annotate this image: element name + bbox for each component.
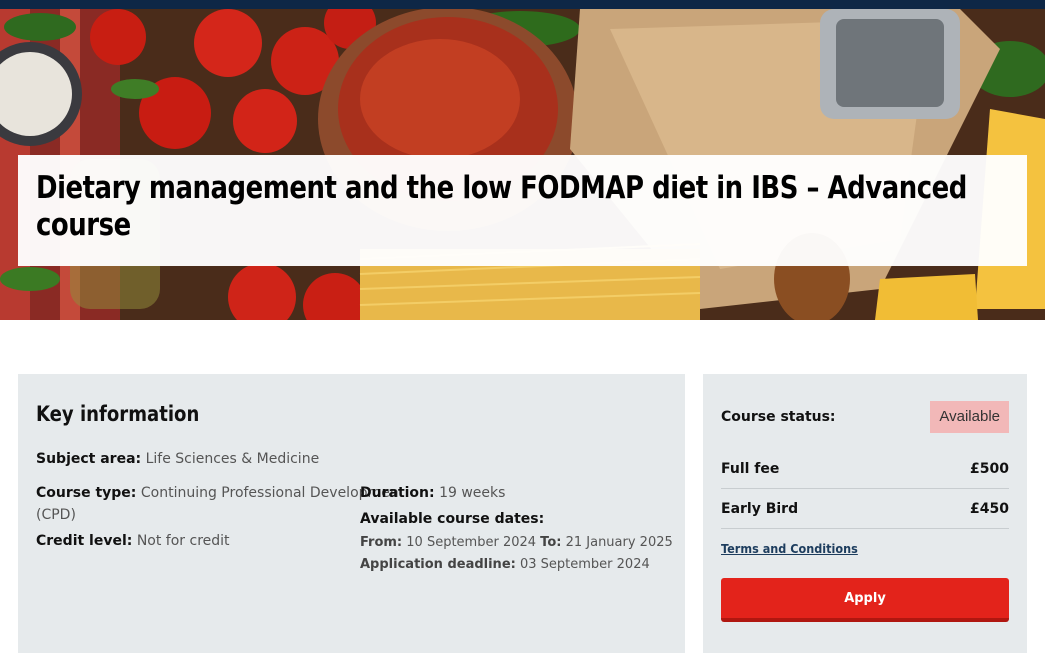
course-type-row: Course type: Continuing Professional Dev… bbox=[36, 482, 404, 504]
apply-button[interactable]: Apply bbox=[721, 578, 1009, 622]
credit-level-value: Not for credit bbox=[136, 533, 230, 549]
from-label: From: bbox=[360, 535, 403, 550]
full-fee-label: Full fee bbox=[721, 461, 780, 477]
fee-row-early-bird: Early Bird £450 bbox=[721, 488, 1009, 529]
to-label: To: bbox=[540, 535, 562, 550]
key-information-panel: Key information Subject area: Life Scien… bbox=[18, 374, 685, 653]
to-date: 21 January 2025 bbox=[565, 535, 673, 550]
available-dates-label: Available course dates: bbox=[360, 511, 545, 527]
credit-level-row: Credit level: Not for credit bbox=[36, 530, 230, 552]
course-status-panel: Course status: Available Full fee £500 E… bbox=[703, 374, 1027, 653]
early-bird-amount: £450 bbox=[970, 501, 1009, 517]
duration-label: Duration: bbox=[360, 485, 435, 501]
key-information-heading: Key information bbox=[36, 402, 200, 426]
full-fee-amount: £500 bbox=[970, 461, 1009, 477]
subject-area-row: Subject area: Life Sciences & Medicine bbox=[36, 448, 319, 470]
course-dates-row: From: 10 September 2024 To: 21 January 2… bbox=[360, 532, 673, 554]
subject-area-value: Life Sciences & Medicine bbox=[145, 451, 320, 467]
course-status-row: Course status: Available bbox=[721, 401, 1009, 433]
application-deadline-label: Application deadline: bbox=[360, 557, 516, 572]
credit-level-label: Credit level: bbox=[36, 533, 133, 549]
available-dates-heading: Available course dates: bbox=[360, 508, 544, 530]
course-type-row-continued: (CPD) bbox=[36, 504, 76, 526]
top-navigation-bar bbox=[0, 0, 1045, 9]
from-date: 10 September 2024 bbox=[406, 535, 537, 550]
page-title: Dietary management and the low FODMAP di… bbox=[36, 170, 967, 243]
duration-value: 19 weeks bbox=[439, 485, 506, 501]
course-status-label: Course status: bbox=[721, 409, 836, 425]
hero-title-box: Dietary management and the low FODMAP di… bbox=[18, 155, 1027, 266]
duration-row: Duration: 19 weeks bbox=[360, 482, 505, 504]
application-deadline-row: Application deadline: 03 September 2024 bbox=[360, 554, 650, 576]
fee-row-full: Full fee £500 bbox=[721, 448, 1009, 489]
application-deadline-value: 03 September 2024 bbox=[519, 557, 650, 572]
hero-banner: Dietary management and the low FODMAP di… bbox=[0, 9, 1045, 320]
course-type-label: Course type: bbox=[36, 485, 137, 501]
early-bird-label: Early Bird bbox=[721, 501, 799, 517]
subject-area-label: Subject area: bbox=[36, 451, 142, 467]
course-type-value-continued: (CPD) bbox=[36, 507, 76, 523]
status-badge: Available bbox=[930, 401, 1009, 433]
terms-and-conditions-link[interactable]: Terms and Conditions bbox=[721, 541, 858, 556]
